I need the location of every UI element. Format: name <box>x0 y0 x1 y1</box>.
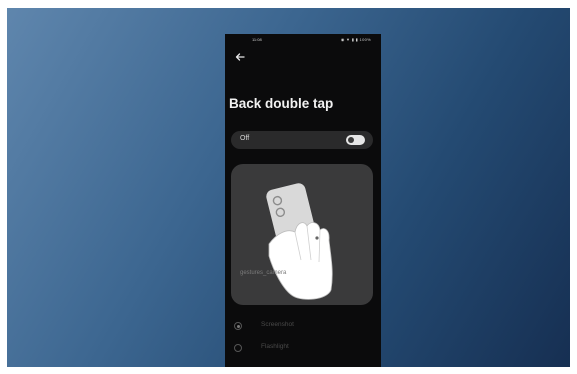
toggle-knob <box>348 137 354 143</box>
option-label: Flashlight <box>261 343 289 350</box>
status-time: 11:08 <box>252 37 262 42</box>
toggle-switch[interactable] <box>346 135 365 145</box>
option-screenshot[interactable]: Screenshot <box>234 320 374 334</box>
status-bar: 11:08 ◉ ▼ ▮ ▮ 100% <box>225 34 381 46</box>
toggle-label: Off <box>240 135 250 142</box>
radio-button-selected[interactable] <box>234 322 242 330</box>
back-arrow-icon[interactable] <box>233 50 247 64</box>
gesture-illustration-card: gestures_camera <box>231 164 373 305</box>
option-flashlight[interactable]: Flashlight <box>234 342 374 356</box>
toggle-row[interactable]: Off <box>231 131 373 149</box>
illustration-caption: gestures_camera <box>240 270 287 276</box>
hand-holding-phone-illustration <box>266 183 333 300</box>
page-title: Back double tap <box>229 96 334 111</box>
status-icons: ◉ ▼ ▮ ▮ 100% <box>340 37 371 42</box>
wallpaper-background: 11:08 ◉ ▼ ▮ ▮ 100% Back double tap Off g… <box>7 8 570 367</box>
option-label: Screenshot <box>261 321 294 328</box>
radio-button[interactable] <box>234 344 242 352</box>
phone-screen: 11:08 ◉ ▼ ▮ ▮ 100% Back double tap Off g… <box>225 34 381 367</box>
